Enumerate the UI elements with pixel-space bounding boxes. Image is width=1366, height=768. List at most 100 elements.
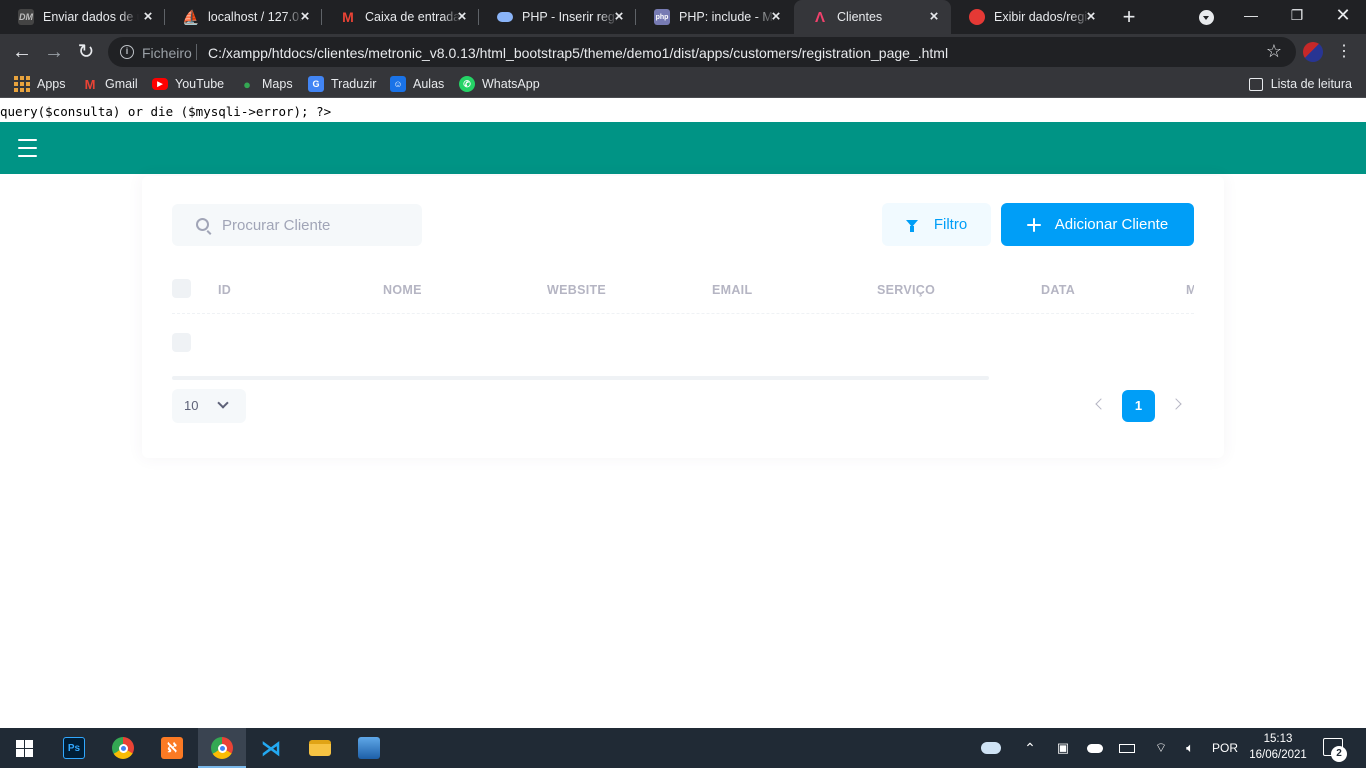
onedrive-cloud-icon[interactable] bbox=[1084, 728, 1106, 768]
table-header-row: ID NOME WEBSITE EMAIL SERVIÇO DATA M bbox=[172, 270, 1194, 314]
hamburger-menu-icon[interactable] bbox=[18, 136, 37, 160]
page-size-select[interactable]: 10 bbox=[172, 389, 246, 423]
php-raw-output: query($consulta) or die ($mysqli->error)… bbox=[0, 104, 332, 119]
bookmark-aulas[interactable]: ☺ Aulas bbox=[390, 70, 444, 98]
url-text[interactable]: C:/xampp/htdocs/clientes/metronic_v8.0.1… bbox=[208, 45, 948, 61]
gmail-icon: M bbox=[84, 76, 96, 92]
language-indicator[interactable]: POR bbox=[1205, 728, 1245, 768]
close-tab-icon[interactable]: × bbox=[297, 9, 313, 25]
address-divider bbox=[196, 44, 197, 60]
select-all-checkbox[interactable] bbox=[172, 279, 191, 298]
php-icon: php bbox=[654, 9, 670, 25]
plus-icon bbox=[1026, 217, 1041, 232]
minimize-button[interactable]: — bbox=[1228, 0, 1274, 30]
chrome-icon bbox=[112, 737, 134, 759]
maps-pin-icon: ● bbox=[243, 76, 251, 92]
column-header-truncated[interactable]: M bbox=[1186, 283, 1194, 297]
profile-avatar[interactable] bbox=[1303, 42, 1323, 62]
bookmark-traduzir[interactable]: G Traduzir bbox=[308, 70, 376, 98]
customers-table: ID NOME WEBSITE EMAIL SERVIÇO DATA M bbox=[172, 270, 1194, 360]
phpmyadmin-icon: ⛵ bbox=[182, 8, 200, 25]
app-header-bar bbox=[0, 122, 1366, 174]
battery-icon[interactable] bbox=[1116, 728, 1138, 768]
cloud-tab-icon bbox=[497, 12, 513, 22]
row-checkbox[interactable] bbox=[172, 333, 191, 352]
search-input[interactable] bbox=[222, 215, 412, 235]
close-tab-icon[interactable]: × bbox=[1083, 9, 1099, 25]
address-bar[interactable]: i Ficheiro C:/xampp/htdocs/clientes/metr… bbox=[108, 37, 1296, 67]
taskbar-vscode[interactable]: ⋊ bbox=[247, 728, 295, 768]
gmail-icon: M bbox=[342, 9, 354, 25]
tray-chevron-up-icon[interactable]: ⌃ bbox=[1020, 728, 1040, 768]
search-icon bbox=[196, 218, 209, 231]
start-button[interactable] bbox=[0, 728, 48, 768]
column-header-website[interactable]: WEBSITE bbox=[547, 283, 606, 297]
close-tab-icon[interactable]: × bbox=[926, 9, 942, 25]
windows-taskbar: Ps ℵ ⋊ ⌃ ▣ ⌔ 🔈︎ POR 15:13 16/06/2021 2 bbox=[0, 728, 1366, 768]
taskbar-photoshop[interactable]: Ps bbox=[50, 728, 98, 768]
add-customer-button[interactable]: Adicionar Cliente bbox=[1001, 203, 1194, 246]
tab-enviar-dados[interactable]: DM Enviar dados de u × bbox=[0, 0, 165, 34]
volume-icon[interactable]: 🔈︎ bbox=[1180, 728, 1200, 768]
column-header-nome[interactable]: NOME bbox=[383, 283, 422, 297]
bookmark-apps[interactable]: Apps bbox=[14, 70, 66, 98]
reading-list-icon bbox=[1248, 77, 1263, 91]
meet-now-icon[interactable]: ▣ bbox=[1053, 728, 1073, 768]
tab-php-include[interactable]: php PHP: include - Ma × bbox=[636, 0, 793, 34]
filter-button[interactable]: Filtro bbox=[882, 203, 991, 246]
tab-php-inserir[interactable]: PHP - Inserir regis × bbox=[479, 0, 636, 34]
taskbar-photos[interactable] bbox=[345, 728, 393, 768]
forward-button[interactable]: → bbox=[42, 40, 66, 64]
column-header-id[interactable]: ID bbox=[218, 283, 231, 297]
metronic-icon: Λ bbox=[814, 8, 825, 26]
tab-gmail[interactable]: M Caixa de entrada × bbox=[322, 0, 479, 34]
tab-exibir-dados[interactable]: Exibir dados/regis × bbox=[951, 0, 1108, 34]
filter-funnel-icon bbox=[905, 220, 918, 232]
pagination-page-current[interactable]: 1 bbox=[1122, 390, 1155, 422]
bookmark-whatsapp[interactable]: ✆ WhatsApp bbox=[459, 70, 540, 98]
windows-logo-icon bbox=[15, 739, 33, 757]
weather-cloud-icon[interactable] bbox=[978, 728, 1004, 768]
close-tab-icon[interactable]: × bbox=[611, 9, 627, 25]
browser-tab-strip: DM Enviar dados de u × ⛵ localhost / 127… bbox=[0, 0, 1366, 34]
reload-button[interactable]: ↻ bbox=[74, 40, 98, 64]
new-tab-button[interactable]: + bbox=[1118, 6, 1140, 28]
devmedia-icon: DM bbox=[18, 9, 34, 25]
column-header-servico[interactable]: SERVIÇO bbox=[877, 283, 935, 297]
classroom-icon: ☺ bbox=[390, 76, 406, 92]
column-header-data[interactable]: DATA bbox=[1041, 283, 1075, 297]
taskbar-xampp[interactable]: ℵ bbox=[148, 728, 196, 768]
taskbar-file-explorer[interactable] bbox=[296, 728, 344, 768]
tab-clientes[interactable]: Λ Clientes × bbox=[794, 0, 951, 34]
restore-button[interactable]: ❐ bbox=[1274, 0, 1320, 30]
site-icon bbox=[969, 9, 985, 25]
photoshop-icon: Ps bbox=[63, 737, 85, 759]
column-header-email[interactable]: EMAIL bbox=[712, 283, 752, 297]
bookmark-maps[interactable]: ● Maps bbox=[239, 70, 293, 98]
wifi-icon[interactable]: ⌔ bbox=[1150, 728, 1172, 768]
security-label: Ficheiro bbox=[142, 45, 192, 61]
system-clock[interactable]: 15:13 16/06/2021 bbox=[1246, 731, 1310, 763]
taskbar-chrome-active[interactable] bbox=[198, 728, 246, 768]
search-box[interactable] bbox=[172, 204, 422, 246]
menu-kebab-icon[interactable]: ⋮ bbox=[1334, 41, 1354, 63]
xampp-icon: ℵ bbox=[161, 737, 183, 759]
info-icon[interactable]: i bbox=[120, 45, 134, 59]
photos-icon bbox=[358, 737, 380, 759]
close-tab-icon[interactable]: × bbox=[768, 9, 784, 25]
back-button[interactable]: ← bbox=[10, 40, 34, 64]
bookmark-star-icon[interactable]: ☆ bbox=[1266, 41, 1282, 62]
bookmarks-bar: Apps M Gmail ▶ YouTube ● Maps G Traduzir… bbox=[0, 70, 1366, 98]
youtube-icon: ▶ bbox=[152, 78, 168, 90]
close-tab-icon[interactable]: × bbox=[454, 9, 470, 25]
tab-search-icon[interactable] bbox=[1199, 10, 1214, 25]
table-horizontal-scrollbar[interactable] bbox=[172, 376, 989, 380]
reading-list-button[interactable]: Lista de leitura bbox=[1248, 70, 1352, 98]
close-tab-icon[interactable]: × bbox=[140, 9, 156, 25]
close-window-button[interactable]: ✕ bbox=[1320, 0, 1366, 30]
bookmark-youtube[interactable]: ▶ YouTube bbox=[152, 70, 224, 98]
tab-phpmyadmin[interactable]: ⛵ localhost / 127.0.0 × bbox=[165, 0, 322, 34]
bookmark-gmail[interactable]: M Gmail bbox=[82, 70, 138, 98]
taskbar-chrome[interactable] bbox=[99, 728, 147, 768]
apps-grid-icon bbox=[14, 76, 30, 92]
